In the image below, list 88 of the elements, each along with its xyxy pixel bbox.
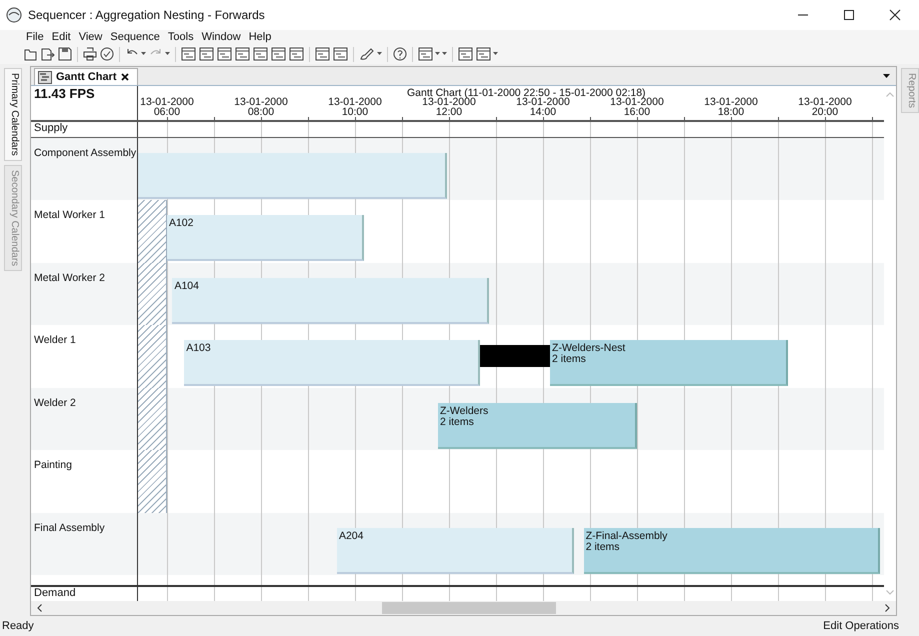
chart-view-icon[interactable] — [181, 47, 196, 61]
scroll-thumb[interactable] — [382, 602, 556, 614]
print-icon[interactable] — [83, 47, 97, 61]
menu-item[interactable]: Edit — [52, 31, 71, 43]
nonworking-period — [138, 200, 167, 264]
row-label: Demand — [34, 587, 76, 600]
menu-item[interactable]: Window — [202, 31, 241, 43]
fps-counter: 11.43 FPS — [34, 86, 95, 101]
resource-label: Metal Worker 2 — [34, 272, 105, 284]
chart-view-icon[interactable] — [333, 47, 348, 61]
bar-detail: 2 items — [586, 542, 620, 553]
chart-view-icon[interactable] — [253, 47, 268, 61]
nonworking-period — [138, 388, 167, 451]
task-bar[interactable]: A204 — [336, 528, 574, 574]
scroll-right-icon[interactable] — [885, 604, 890, 612]
chart-view-icon[interactable] — [217, 47, 232, 61]
task-bar[interactable]: A104 — [172, 278, 489, 324]
resource-label: Component Assembly — [34, 146, 136, 159]
time-label: 13-01-2000 16:00 — [610, 97, 664, 117]
time-label: 13-01-2000 20:00 — [798, 97, 852, 117]
aggregate-bar[interactable]: Z-Welders-Nest 2 items — [550, 340, 788, 386]
menu-item[interactable]: File — [26, 31, 44, 43]
bar-label: A102 — [168, 218, 194, 230]
chart-title: Gantt Chart (11-01-2000 22:50 - 15-01-2000 02:18) — [407, 87, 646, 99]
caret-icon[interactable] — [493, 52, 498, 56]
resource-label: Welder 2 — [34, 396, 76, 409]
time-label: 13-01-2000 06:00 — [140, 97, 194, 117]
time-label: 13-01-2000 12:00 — [422, 97, 476, 117]
nonworking-period — [138, 450, 167, 514]
gantt-icon — [38, 70, 52, 84]
dropdown-arrow-icon[interactable] — [883, 74, 890, 78]
task-bar[interactable]: A103 — [184, 340, 480, 386]
task-bar[interactable]: A102 — [166, 215, 364, 262]
resource-label: Metal Worker 1 — [34, 209, 105, 222]
bar-detail: 2 items — [552, 354, 587, 366]
menu-item[interactable]: Help — [248, 31, 272, 43]
bar-label: Z-Welders-Nest — [552, 343, 626, 354]
app-logo-icon — [6, 7, 22, 23]
close-icon[interactable] — [889, 9, 901, 21]
close-icon[interactable] — [120, 73, 128, 81]
caret-icon[interactable] — [165, 52, 170, 56]
menu-item[interactable]: Sequence — [110, 31, 160, 43]
bar-label: A204 — [338, 530, 364, 542]
time-label: 13-01-2000 08:00 — [234, 97, 288, 117]
nonworking-period — [138, 262, 167, 326]
chart-view-icon[interactable] — [315, 47, 330, 61]
gap-bar — [480, 345, 550, 368]
time-label: 13-01-2000 18:00 — [704, 97, 758, 117]
horizontal-scrollbar[interactable] — [31, 601, 896, 615]
check-circle-icon[interactable] — [100, 47, 114, 61]
scroll-left-icon[interactable] — [37, 604, 42, 612]
nonworking-period — [138, 325, 167, 388]
bar-label: Z-Final-Assembly — [586, 530, 668, 542]
status-text: Edit Operations — [823, 620, 899, 632]
window-title: Sequencer : Aggregation Nesting - Forwards — [28, 8, 265, 22]
export-icon[interactable] — [41, 48, 55, 60]
chart-view-icon[interactable] — [418, 47, 433, 61]
chart-view-icon[interactable] — [199, 47, 214, 61]
bar-detail: 2 items — [440, 416, 475, 428]
resource-label: Final Assembly — [34, 522, 105, 534]
chart-view-icon[interactable] — [271, 47, 286, 61]
status-text: Ready — [2, 620, 34, 632]
caret-icon[interactable] — [377, 52, 382, 56]
brush-icon[interactable] — [359, 47, 375, 61]
folder-icon[interactable] — [24, 48, 38, 60]
save-icon[interactable] — [58, 47, 72, 61]
time-label: 13-01-2000 10:00 — [328, 97, 382, 117]
menu-item[interactable]: View — [78, 31, 102, 43]
bar-label: A103 — [186, 343, 212, 354]
chart-view-icon[interactable] — [476, 47, 491, 61]
chart-view-icon[interactable] — [289, 47, 304, 61]
row-label: Supply — [34, 122, 68, 134]
tab-label: Gantt Chart — [56, 71, 116, 83]
resource-label: Painting — [34, 459, 72, 472]
time-label: 13-01-2000 14:00 — [516, 97, 570, 117]
help-icon[interactable] — [393, 47, 407, 61]
side-tab[interactable]: Primary Calendars — [4, 68, 22, 161]
menu-item[interactable]: Tools — [168, 31, 194, 43]
bar-label: A104 — [174, 280, 200, 292]
bar-label: Z-Welders — [440, 406, 490, 417]
caret-icon[interactable] — [141, 52, 146, 56]
resource-label: Welder 1 — [34, 334, 76, 346]
chart-view-icon[interactable] — [458, 47, 473, 61]
aggregate-bar[interactable]: Z-Welders 2 items — [438, 402, 637, 449]
maximize-icon[interactable] — [843, 9, 855, 21]
chart-view-icon[interactable] — [235, 47, 250, 61]
aggregate-bar[interactable]: Z-Final-Assembly 2 items — [584, 528, 880, 574]
document-tab[interactable]: Gantt Chart — [34, 68, 138, 85]
